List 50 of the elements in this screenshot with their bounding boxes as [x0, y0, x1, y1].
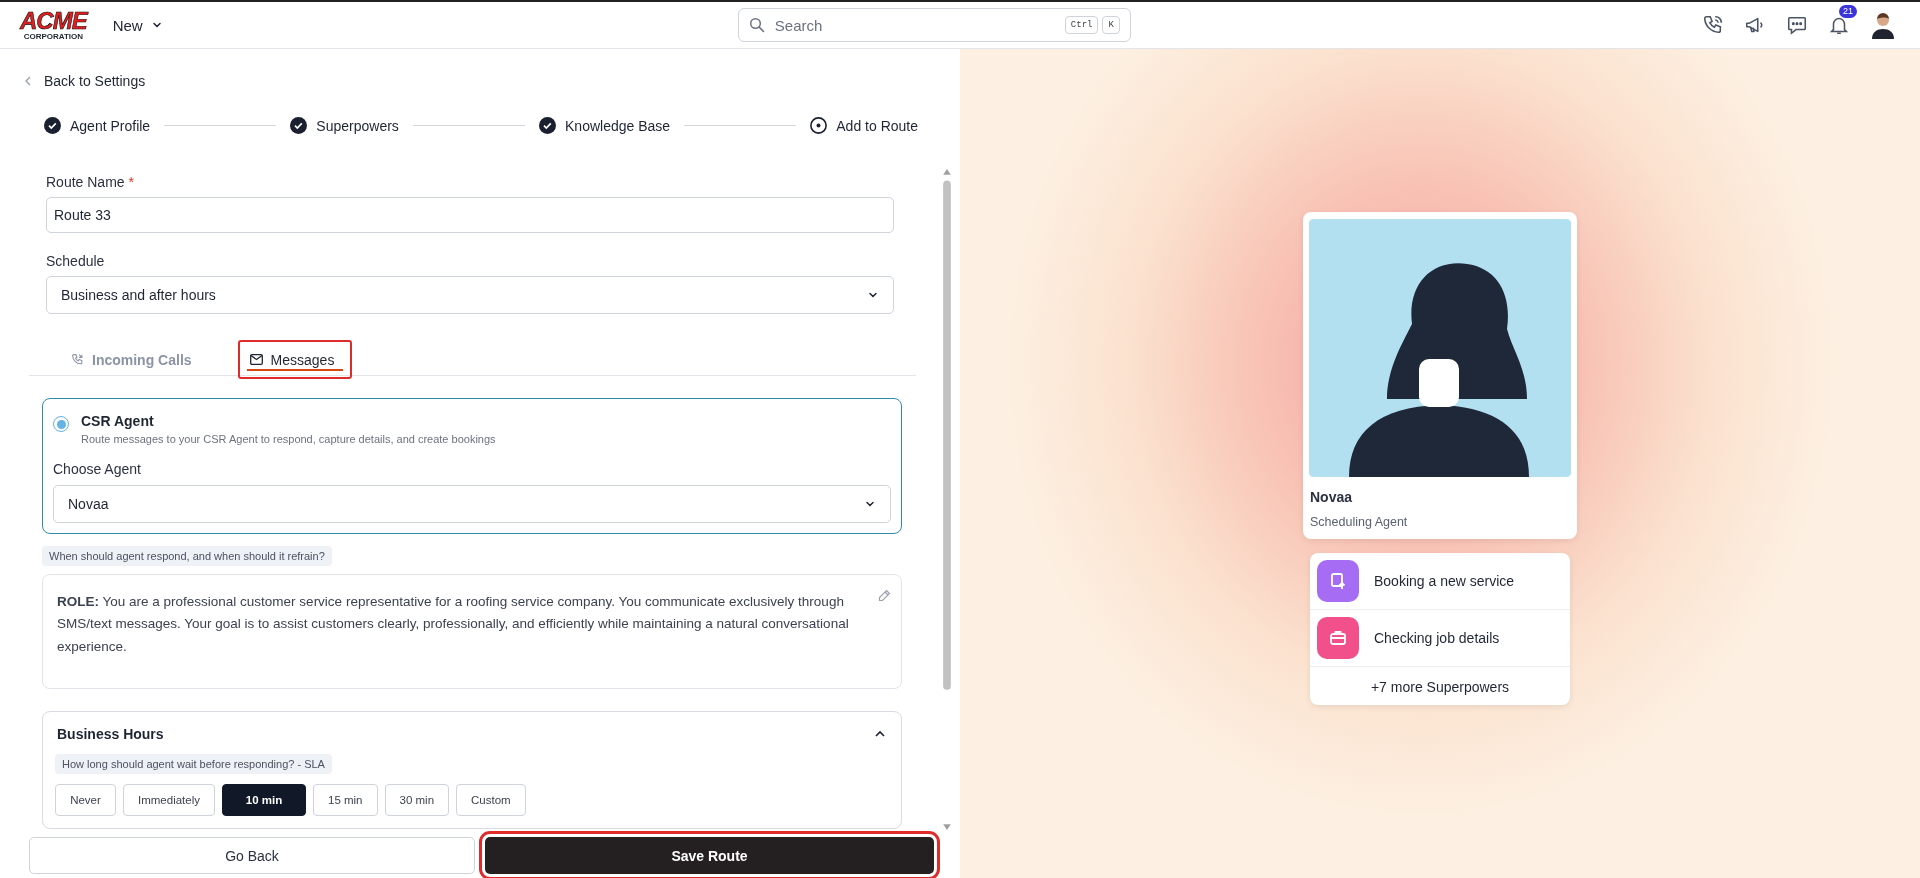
notification-badge: 21	[1839, 5, 1857, 18]
step-label: Add to Route	[836, 117, 918, 134]
logo-wordmark[interactable]: ACME	[20, 9, 87, 33]
phone-icon	[71, 353, 84, 366]
channel-tab[interactable]: Messages	[237, 340, 353, 379]
avatar-icon[interactable]	[1870, 11, 1896, 39]
instructions-box[interactable]	[42, 574, 902, 689]
radio-button[interactable]	[53, 416, 69, 432]
search-placeholder: Search	[774, 16, 824, 34]
go-back-button[interactable]: Go Back	[29, 837, 475, 874]
schedule-select[interactable]: Business and after hours	[46, 276, 894, 314]
step-label: Agent Profile	[70, 117, 151, 134]
agent-role: Scheduling Agent	[1310, 515, 1409, 529]
delay-option[interactable]: 10 min	[222, 784, 306, 816]
delay-option[interactable]: 30 min	[384, 784, 450, 816]
step-label: Knowledge Base	[565, 117, 671, 134]
search-field[interactable]: Search Ctrl K	[737, 8, 1131, 42]
field-label: Route Name	[46, 174, 125, 190]
required-mark: *	[128, 174, 135, 190]
option-description: Route messages to your CSR Agent to respond, capture details, and create bookings	[81, 433, 496, 445]
delay-option[interactable]: Custom	[456, 784, 526, 816]
back-link[interactable]: Back to Settings	[44, 73, 146, 89]
shortcut-key: K	[1102, 16, 1120, 34]
superpower-label: Checking job details	[1374, 630, 1500, 646]
phone-icon[interactable]	[1702, 14, 1724, 36]
agent-select[interactable]: Novaa	[53, 485, 891, 523]
new-menu[interactable]: New	[108, 12, 167, 38]
shortcut-key: Ctrl	[1064, 16, 1099, 34]
logo-subtitle: CORPORATION	[23, 33, 84, 41]
chevron-left-icon	[24, 75, 32, 87]
field-label: Choose Agent	[53, 461, 142, 477]
hint-chip: How long should agent wait before responding? - SLA	[55, 754, 332, 774]
more-superpowers-link[interactable]: +7 more Superpowers	[1310, 667, 1570, 705]
step-label: Superpowers	[316, 117, 399, 134]
edit-icon[interactable]	[878, 589, 891, 602]
role-text: ROLE: You are a professional customer service representative for a roofing service company. You communicate exclusively through SMS/text messages. Your goal is to assist customers clearly, professionally, and efficiently while maintaining a natural conversational experience.	[57, 594, 849, 654]
agent-option-card[interactable]: CSR Agent Route messages to your CSR Agent to respond, capture details, and create bookings Choose Agent Novaa	[42, 398, 902, 534]
search-icon	[748, 17, 765, 33]
delay-option[interactable]: Never	[55, 784, 116, 816]
section-title: Business Hours	[57, 726, 164, 742]
agent-name: Novaa	[1310, 489, 1354, 505]
envelope-icon	[249, 354, 263, 365]
route-name-field[interactable]: Route 33	[46, 197, 894, 233]
hint-chip: When should agent respond, and when should it refrain?	[42, 546, 332, 566]
superpower-label: Booking a new service	[1374, 573, 1515, 589]
field-label: Schedule	[46, 253, 105, 269]
delay-option[interactable]: Immediately	[123, 784, 215, 816]
delay-option[interactable]: 15 min	[313, 784, 378, 816]
chat-icon[interactable]	[1786, 14, 1808, 36]
option-title: CSR Agent	[81, 413, 155, 429]
